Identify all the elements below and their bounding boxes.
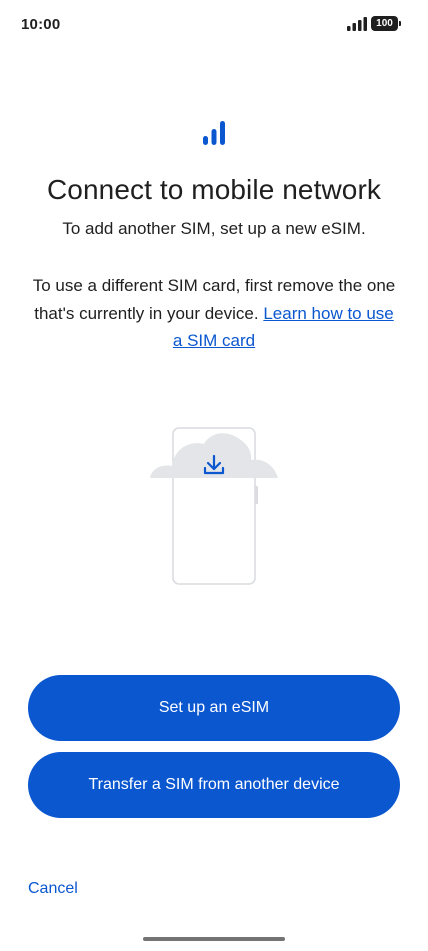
cancel-button[interactable]: Cancel bbox=[28, 880, 78, 898]
home-indicator[interactable] bbox=[143, 937, 285, 941]
setup-esim-button[interactable]: Set up an eSIM bbox=[28, 675, 400, 741]
transfer-sim-button[interactable]: Transfer a SIM from another device bbox=[28, 752, 400, 818]
signal-bars-icon bbox=[203, 121, 225, 145]
status-bar: 10:00 100 bbox=[0, 0, 428, 48]
esim-download-illustration bbox=[150, 427, 278, 585]
sim-instructions-text: To use a different SIM card, first remov… bbox=[28, 272, 400, 355]
page-title: Connect to mobile network bbox=[46, 174, 381, 205]
battery-icon: 100 bbox=[371, 16, 401, 31]
page-subtitle: To add another SIM, set up a new eSIM. bbox=[62, 219, 366, 238]
status-time: 10:00 bbox=[21, 16, 61, 33]
cellular-signal-icon bbox=[347, 17, 367, 31]
